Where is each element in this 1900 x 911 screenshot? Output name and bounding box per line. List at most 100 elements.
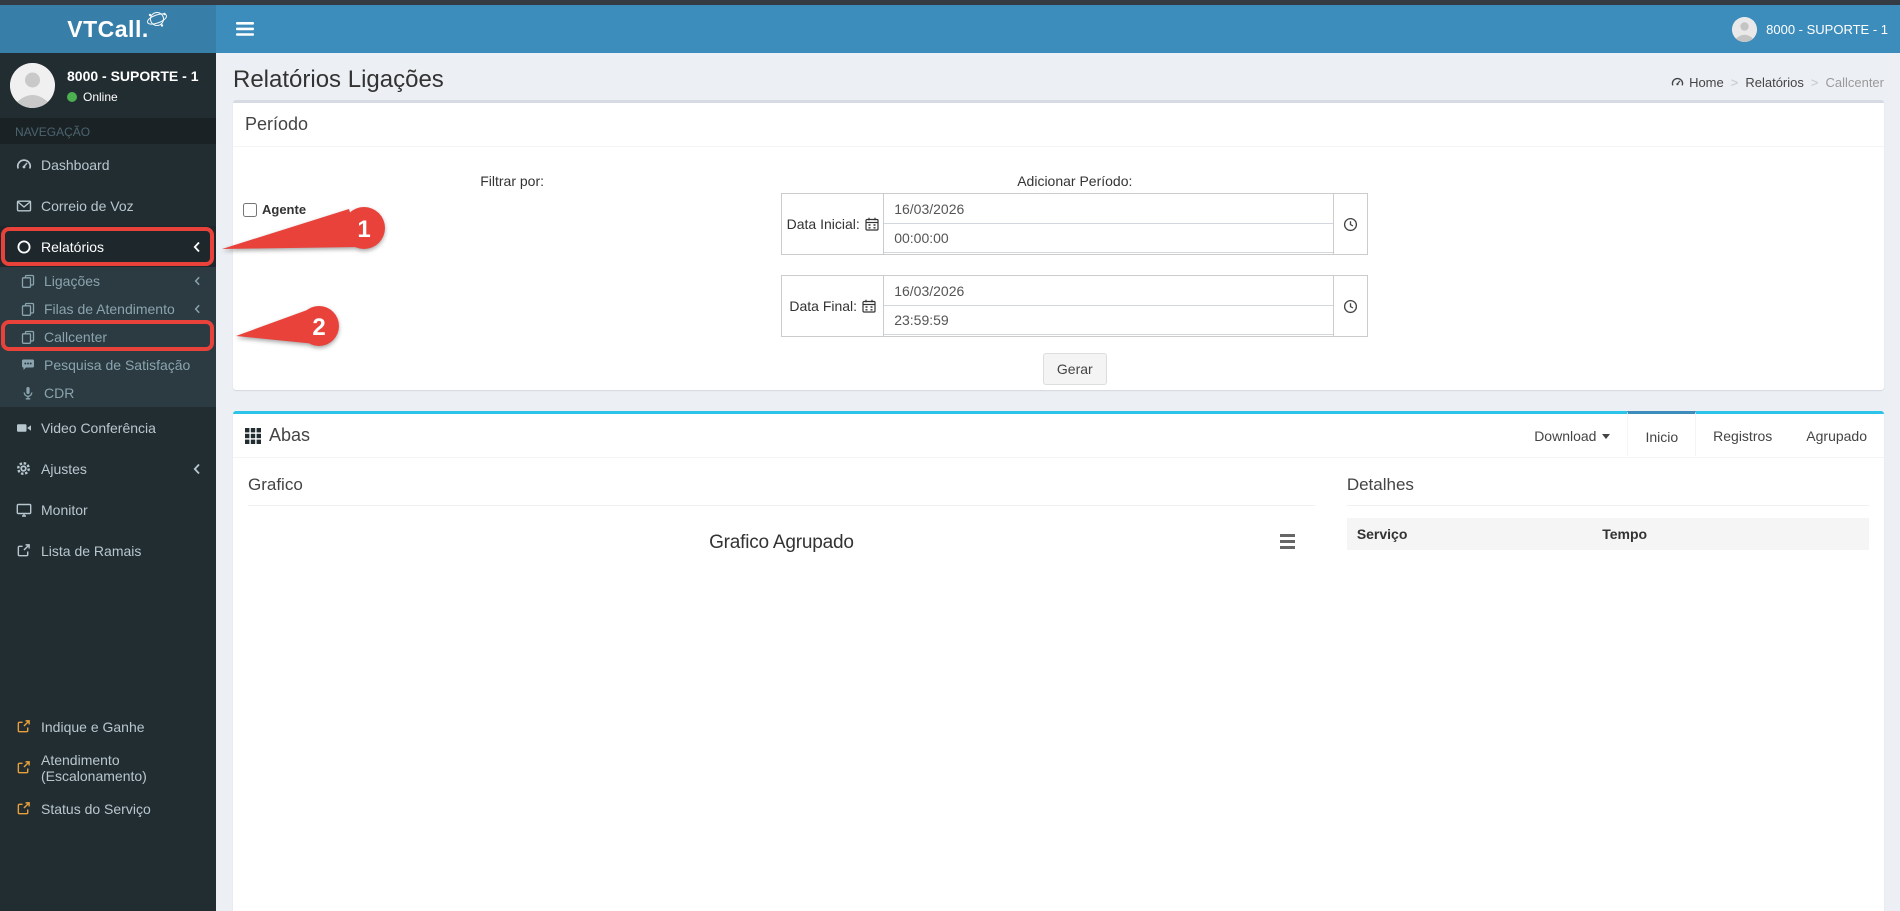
tab-inicio[interactable]: Inicio: [1627, 411, 1697, 456]
chart-title: Grafico Agrupado: [709, 532, 854, 553]
main-content: Relatórios Ligações Home > Relatórios > …: [216, 53, 1900, 911]
sidebar-item-label: Correio de Voz: [41, 197, 134, 214]
sidebar-toggle-icon[interactable]: [230, 16, 260, 42]
grafico-section: Grafico Grafico Agrupado: [248, 470, 1331, 848]
user-status: Online: [67, 90, 199, 104]
app-logo[interactable]: VTCall.: [0, 5, 216, 53]
files-icon: [20, 330, 36, 344]
sidebar-item-label: Status do Serviço: [41, 800, 151, 817]
agent-checkbox-label[interactable]: Agente: [262, 202, 306, 217]
chart-context-menu-icon[interactable]: [1279, 534, 1295, 552]
tab-registros[interactable]: Registros: [1696, 411, 1789, 455]
external-link-icon: [15, 760, 32, 775]
sidebar-item-label: Filas de Atendimento: [44, 301, 175, 317]
files-icon: [20, 274, 36, 288]
status-label: Online: [83, 90, 118, 104]
sidebar-item-label: Dashboard: [41, 156, 110, 173]
sidebar-item-cdr[interactable]: CDR: [0, 379, 216, 407]
date-final-label: Data Final:: [782, 276, 885, 336]
grid-icon: [245, 427, 261, 444]
sidebar-item-label: Pesquisa de Satisfação: [44, 357, 191, 373]
breadcrumb: Home > Relatórios > Callcenter: [1671, 75, 1884, 90]
breadcrumb-relatorios[interactable]: Relatórios: [1745, 75, 1804, 90]
sidebar-item-indique-e-ganhe[interactable]: Indique e Ganhe: [0, 706, 216, 747]
sidebar-item-pesquisa-de-satisfacao[interactable]: Pesquisa de Satisfação: [0, 351, 216, 379]
clock-icon[interactable]: [1333, 276, 1367, 336]
add-period-label: Adicionar Período:: [1017, 173, 1133, 189]
sidebar-item-callcenter[interactable]: Callcenter: [0, 323, 216, 351]
date-initial-label: Data Inicial:: [782, 194, 885, 254]
sidebar-item-label: Video Conferência: [41, 419, 156, 436]
sidebar-item-ligacoes[interactable]: Ligações: [0, 267, 216, 295]
date-final-time-input[interactable]: [884, 306, 1334, 335]
sidebar-item-label: Monitor: [41, 501, 88, 518]
microphone-icon: [20, 386, 36, 400]
breadcrumb-current: Callcenter: [1825, 75, 1884, 90]
navbar-user-name: 8000 - SUPORTE - 1: [1766, 21, 1888, 37]
download-dropdown[interactable]: Download: [1517, 411, 1627, 455]
table-header-row: Serviço Tempo: [1346, 518, 1869, 550]
column-header-servico: Serviço: [1356, 526, 1408, 542]
sidebar-item-ajustes[interactable]: Ajustes: [0, 448, 216, 489]
page-title: Relatórios Ligações: [233, 66, 444, 93]
grouped-chart: Grafico Agrupado: [248, 518, 1315, 848]
sidebar-user-name: 8000 - SUPORTE - 1: [67, 68, 199, 84]
breadcrumb-separator: >: [1810, 75, 1819, 90]
calendar-icon[interactable]: [865, 217, 879, 231]
user-menu[interactable]: 8000 - SUPORTE - 1: [1732, 16, 1888, 42]
sidebar-item-label: Ajustes: [41, 460, 87, 477]
files-icon: [20, 302, 36, 316]
sidebar-item-label: Lista de Ramais: [41, 542, 142, 559]
chevron-left-icon: [193, 241, 201, 253]
date-initial-time-input[interactable]: [884, 224, 1334, 253]
dashboard-icon: [1671, 76, 1684, 89]
sidebar-item-dashboard[interactable]: Dashboard: [0, 144, 216, 185]
sidebar-item-video-conferencia[interactable]: Video Conferência: [0, 407, 216, 448]
generate-button[interactable]: Gerar: [1042, 353, 1107, 385]
agent-checkbox[interactable]: [243, 203, 257, 217]
monitor-icon: [15, 502, 32, 518]
detalhes-section: Detalhes Serviço Tempo: [1331, 470, 1869, 848]
grafico-section-title: Grafico: [248, 470, 1315, 506]
calendar-icon[interactable]: [862, 299, 876, 313]
sidebar-item-lista-de-ramais[interactable]: Lista de Ramais: [0, 530, 216, 571]
sidebar-external-links: Indique e Ganhe Atendimento (Escalonamen…: [0, 706, 216, 829]
caret-down-icon: [1602, 433, 1611, 439]
sidebar-item-relatorios[interactable]: Relatórios: [0, 226, 216, 267]
globe-icon: [146, 9, 168, 29]
sidebar: 8000 - SUPORTE - 1 Online NAVEGAÇÃO Dash…: [0, 53, 216, 911]
external-link-icon: [15, 543, 32, 558]
circle-icon: [15, 239, 32, 255]
sidebar-item-correio-de-voz[interactable]: Correio de Voz: [0, 185, 216, 226]
external-link-icon: [15, 801, 32, 816]
column-header-tempo: Tempo: [1602, 526, 1648, 542]
tab-bar: Download Inicio Registros Agrupado: [1517, 411, 1884, 456]
tabs-panel-title: Abas: [269, 425, 311, 445]
gauge-icon: [15, 157, 32, 173]
top-navbar: 8000 - SUPORTE - 1: [216, 5, 1900, 53]
breadcrumb-separator: >: [1730, 75, 1739, 90]
logo-text: VTCall.: [67, 15, 149, 42]
clock-icon[interactable]: [1333, 194, 1367, 254]
sidebar-item-status-do-servico[interactable]: Status do Serviço: [0, 788, 216, 829]
chevron-left-icon: [194, 276, 201, 286]
video-camera-icon: [15, 420, 32, 436]
sidebar-item-atendimento-escalonamento[interactable]: Atendimento (Escalonamento): [0, 747, 216, 788]
breadcrumb-home[interactable]: Home: [1671, 75, 1724, 90]
sidebar-user-panel: 8000 - SUPORTE - 1 Online: [0, 53, 216, 118]
sidebar-item-label: Indique e Ganhe: [41, 718, 145, 735]
date-final-group: Data Final:: [781, 275, 1369, 337]
envelope-icon: [15, 198, 32, 214]
filter-by-label: Filtrar por:: [480, 173, 544, 189]
sidebar-item-label: Relatórios: [41, 238, 105, 255]
sidebar-item-monitor[interactable]: Monitor: [0, 489, 216, 530]
sidebar-item-label: Callcenter: [44, 329, 108, 345]
detalhes-table: Serviço Tempo: [1346, 518, 1869, 550]
relatorios-submenu: Ligações Filas de Atendimento Callcenter: [0, 267, 216, 407]
period-panel: Período Filtrar por: Agente Adicionar Pe…: [233, 100, 1884, 390]
avatar: [10, 63, 55, 108]
date-final-date-input[interactable]: [884, 277, 1334, 306]
tab-agrupado[interactable]: Agrupado: [1789, 411, 1884, 455]
sidebar-item-filas-de-atendimento[interactable]: Filas de Atendimento: [0, 295, 216, 323]
date-initial-date-input[interactable]: [884, 195, 1334, 224]
